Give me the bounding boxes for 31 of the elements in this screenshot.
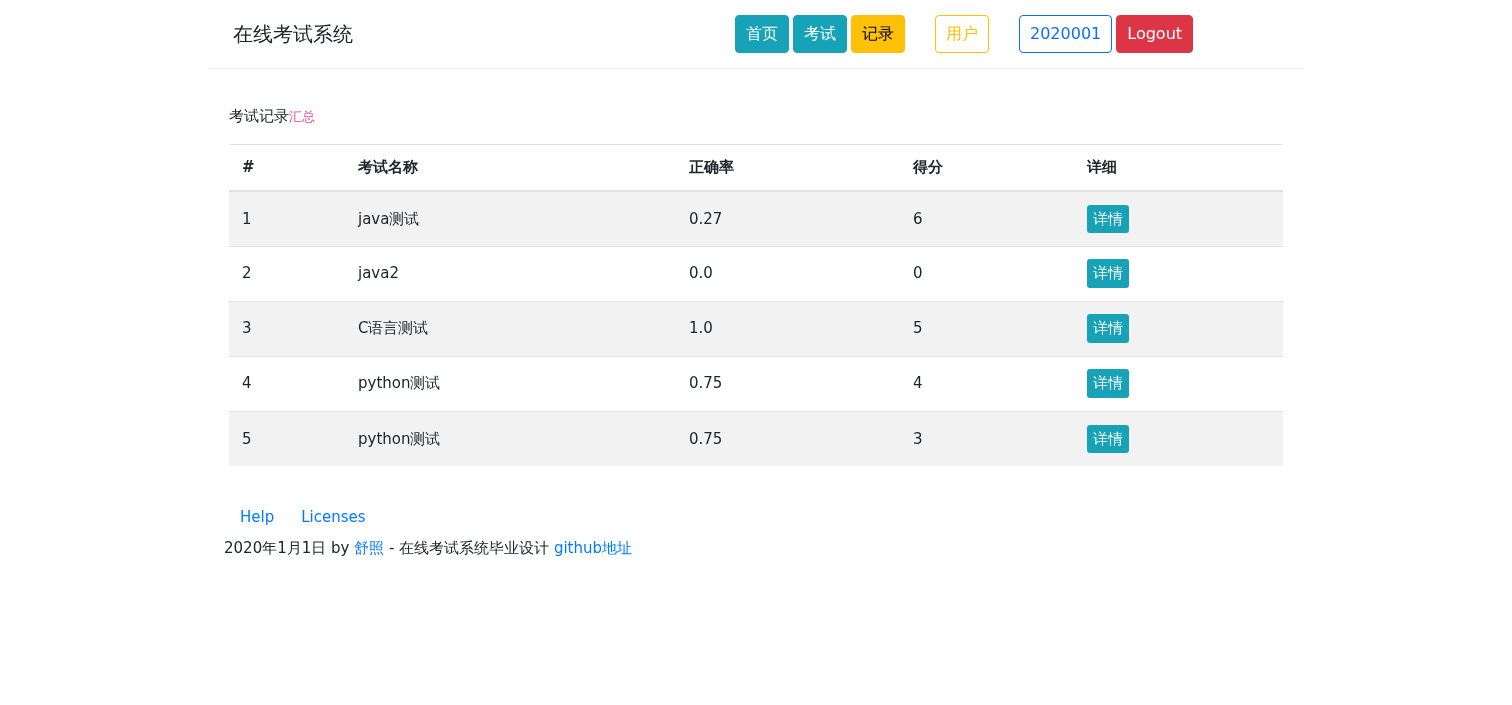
detail-button[interactable]: 详情 — [1087, 259, 1129, 288]
table-cell: C语言测试 — [345, 301, 676, 356]
detail-button[interactable]: 详情 — [1087, 314, 1129, 343]
table-cell: 6 — [900, 191, 1074, 246]
footer-link[interactable]: Licenses — [290, 508, 382, 526]
table-cell: 1.0 — [676, 301, 900, 356]
table-cell: 3 — [229, 301, 345, 356]
detail-button[interactable]: 详情 — [1087, 424, 1129, 453]
site-title: 在线考试系统 — [233, 21, 354, 48]
nav-button[interactable]: 考试 — [793, 15, 847, 53]
table-cell: 5 — [900, 301, 1074, 356]
table-cell: 0.75 — [676, 411, 900, 466]
nav-button[interactable]: 2020001 — [1019, 15, 1113, 53]
table-cell: python测试 — [345, 411, 676, 466]
author-link[interactable]: 舒照 — [354, 538, 385, 557]
section-title: 考试记录 — [229, 107, 289, 125]
nav-button[interactable]: 记录 — [851, 15, 905, 53]
section-subtitle: 汇总 — [289, 109, 315, 124]
detail-button[interactable]: 详情 — [1087, 369, 1129, 398]
footer-link[interactable]: Help — [229, 508, 291, 526]
detail-button[interactable]: 详情 — [1087, 204, 1129, 233]
table-cell: 1 — [229, 191, 345, 246]
table-cell: java测试 — [345, 191, 676, 246]
nav-button[interactable]: 首页 — [735, 15, 789, 53]
footer-text: 2020年1月1日 by 舒照 - 在线考试系统毕业设计 github地址 — [224, 537, 634, 559]
table-cell: 0.27 — [676, 191, 900, 246]
table-cell: 3 — [900, 411, 1074, 466]
nav-button[interactable]: Logout — [1116, 15, 1194, 53]
table-cell: 5 — [229, 411, 345, 466]
github-link[interactable]: github地址 — [553, 538, 633, 557]
nav-button[interactable]: 用户 — [935, 15, 989, 53]
